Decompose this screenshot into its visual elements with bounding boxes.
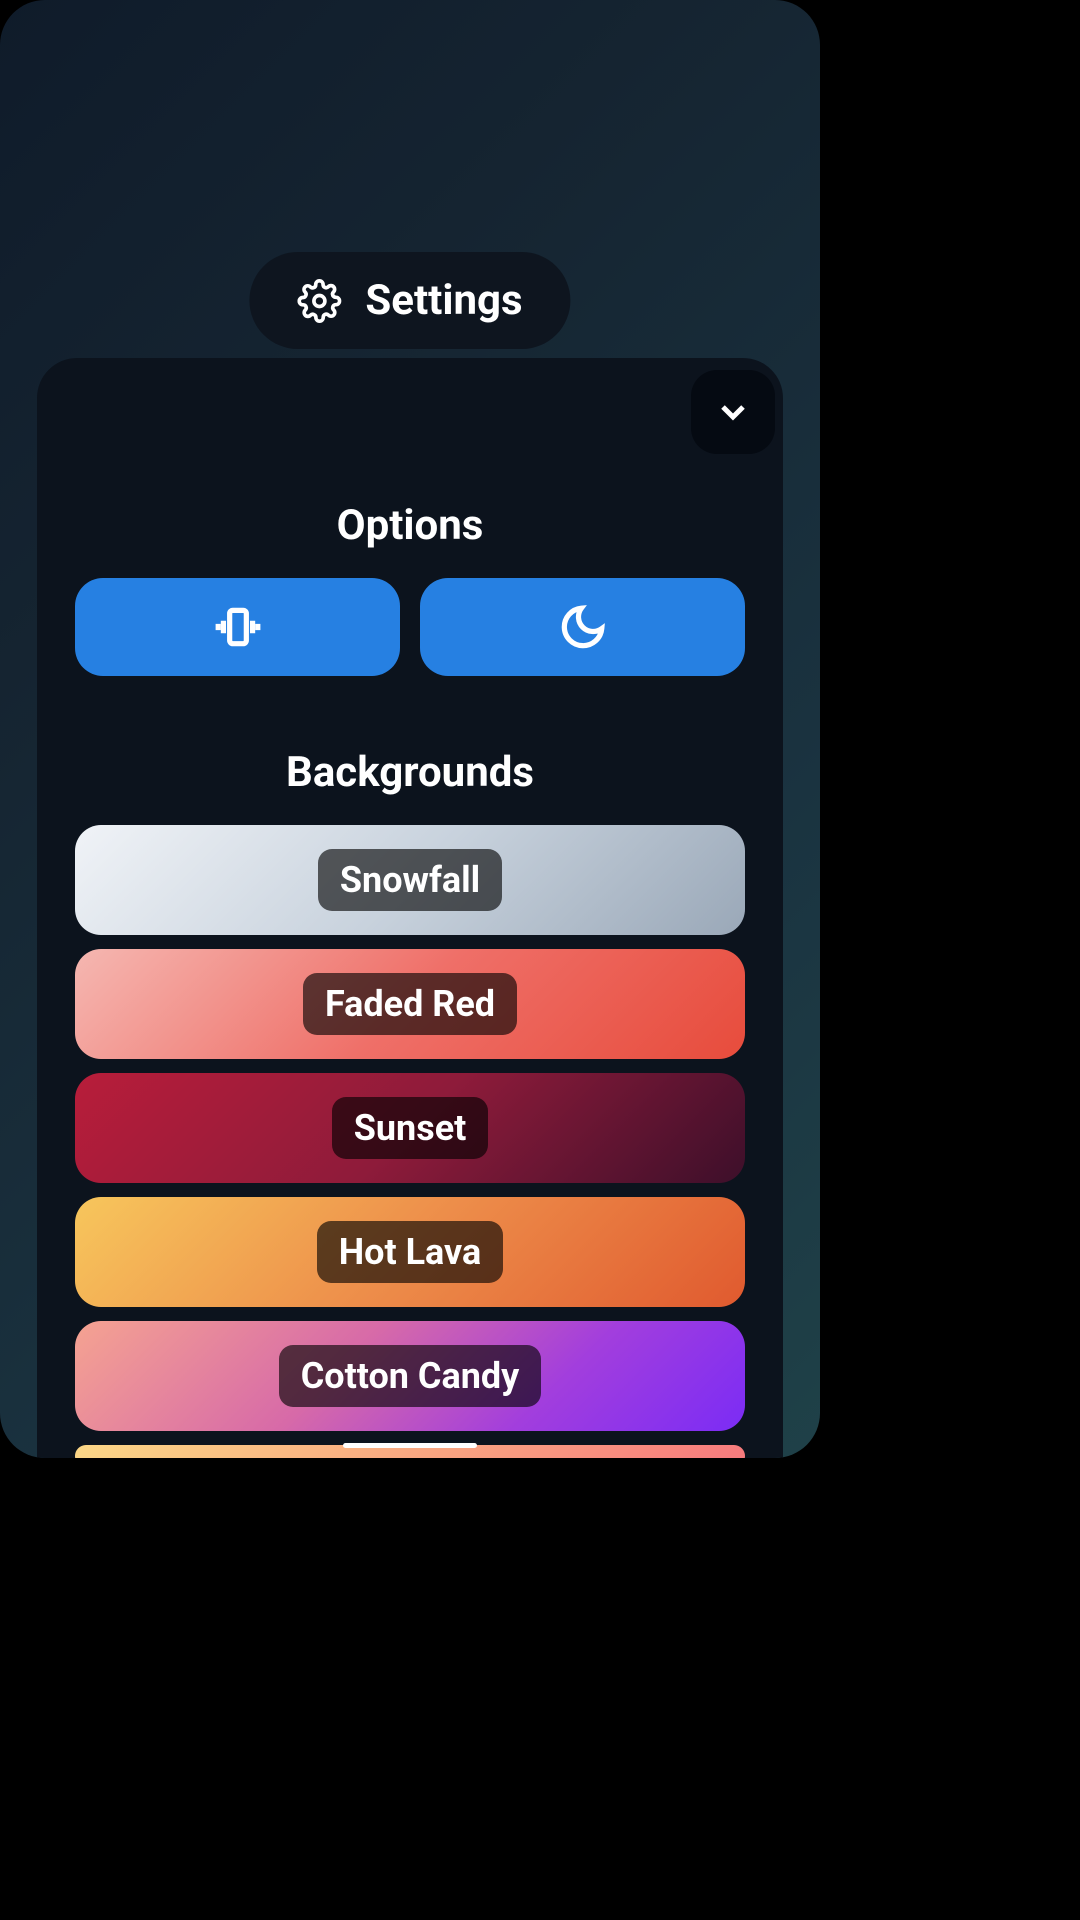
background-option-snowfall[interactable]: Snowfall — [75, 825, 745, 935]
dark-mode-toggle-button[interactable] — [420, 578, 745, 676]
background-option-sunset[interactable]: Sunset — [75, 1073, 745, 1183]
backgrounds-section: Backgrounds Snowfall Faded Red Sunset Ho… — [75, 748, 745, 1458]
vibrate-icon — [213, 602, 263, 652]
background-label: Cotton Candy — [279, 1345, 542, 1407]
backgrounds-title: Backgrounds — [75, 748, 745, 797]
options-row — [75, 578, 745, 676]
home-indicator — [343, 1443, 477, 1448]
settings-badge: Settings — [249, 252, 570, 349]
background-label: Hot Lava — [317, 1221, 504, 1283]
background-option-cotton-candy[interactable]: Cotton Candy — [75, 1321, 745, 1431]
background-label: Faded Red — [303, 973, 517, 1035]
background-label: Snowfall — [318, 849, 502, 911]
vibrate-toggle-button[interactable] — [75, 578, 400, 676]
background-option-faded-red[interactable]: Faded Red — [75, 949, 745, 1059]
close-button[interactable] — [691, 370, 775, 454]
screen: Settings Options — [0, 0, 820, 1458]
gear-icon — [297, 279, 341, 323]
settings-title: Settings — [365, 276, 522, 325]
options-section: Options — [75, 501, 745, 676]
chevron-down-icon — [713, 392, 753, 432]
options-title: Options — [75, 501, 745, 550]
background-label: Sunset — [332, 1097, 489, 1159]
backgrounds-list: Snowfall Faded Red Sunset Hot Lava Cotto… — [75, 825, 745, 1458]
moon-icon — [558, 602, 608, 652]
settings-panel: Options — [37, 358, 783, 1458]
background-option-hot-lava[interactable]: Hot Lava — [75, 1197, 745, 1307]
